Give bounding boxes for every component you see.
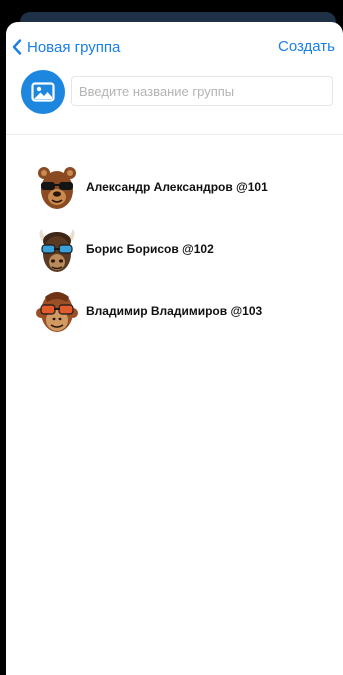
image-icon — [31, 82, 55, 102]
navigation-bar: Новая группа Создать — [6, 22, 343, 70]
back-button[interactable]: Новая группа — [12, 36, 120, 58]
monkey-sunglasses-icon — [36, 292, 78, 332]
new-group-sheet: Новая группа Создать Введите название гр… — [6, 22, 343, 675]
create-button[interactable]: Создать — [278, 38, 335, 55]
member-name: Владимир Владимиров @103 — [86, 304, 263, 318]
member-row[interactable]: Борис Борисов @102 — [6, 225, 343, 287]
brown-bear-sunglasses-icon — [38, 167, 76, 209]
group-photo-button[interactable] — [21, 70, 65, 114]
bison-sunglasses-icon — [39, 229, 75, 272]
member-row[interactable]: Александр Александров @101 — [6, 163, 343, 225]
member-name: Александр Александров @101 — [86, 180, 268, 194]
chevron-left-icon — [12, 39, 22, 55]
member-name: Борис Борисов @102 — [86, 242, 214, 256]
group-info-row — [6, 68, 343, 124]
group-name-input[interactable] — [71, 76, 333, 106]
divider — [6, 134, 343, 135]
member-row[interactable]: Владимир Владимиров @103 — [6, 287, 343, 349]
member-list: Александр Александров @101 Борис Борисов… — [6, 163, 343, 349]
back-label: Новая группа — [27, 38, 121, 56]
